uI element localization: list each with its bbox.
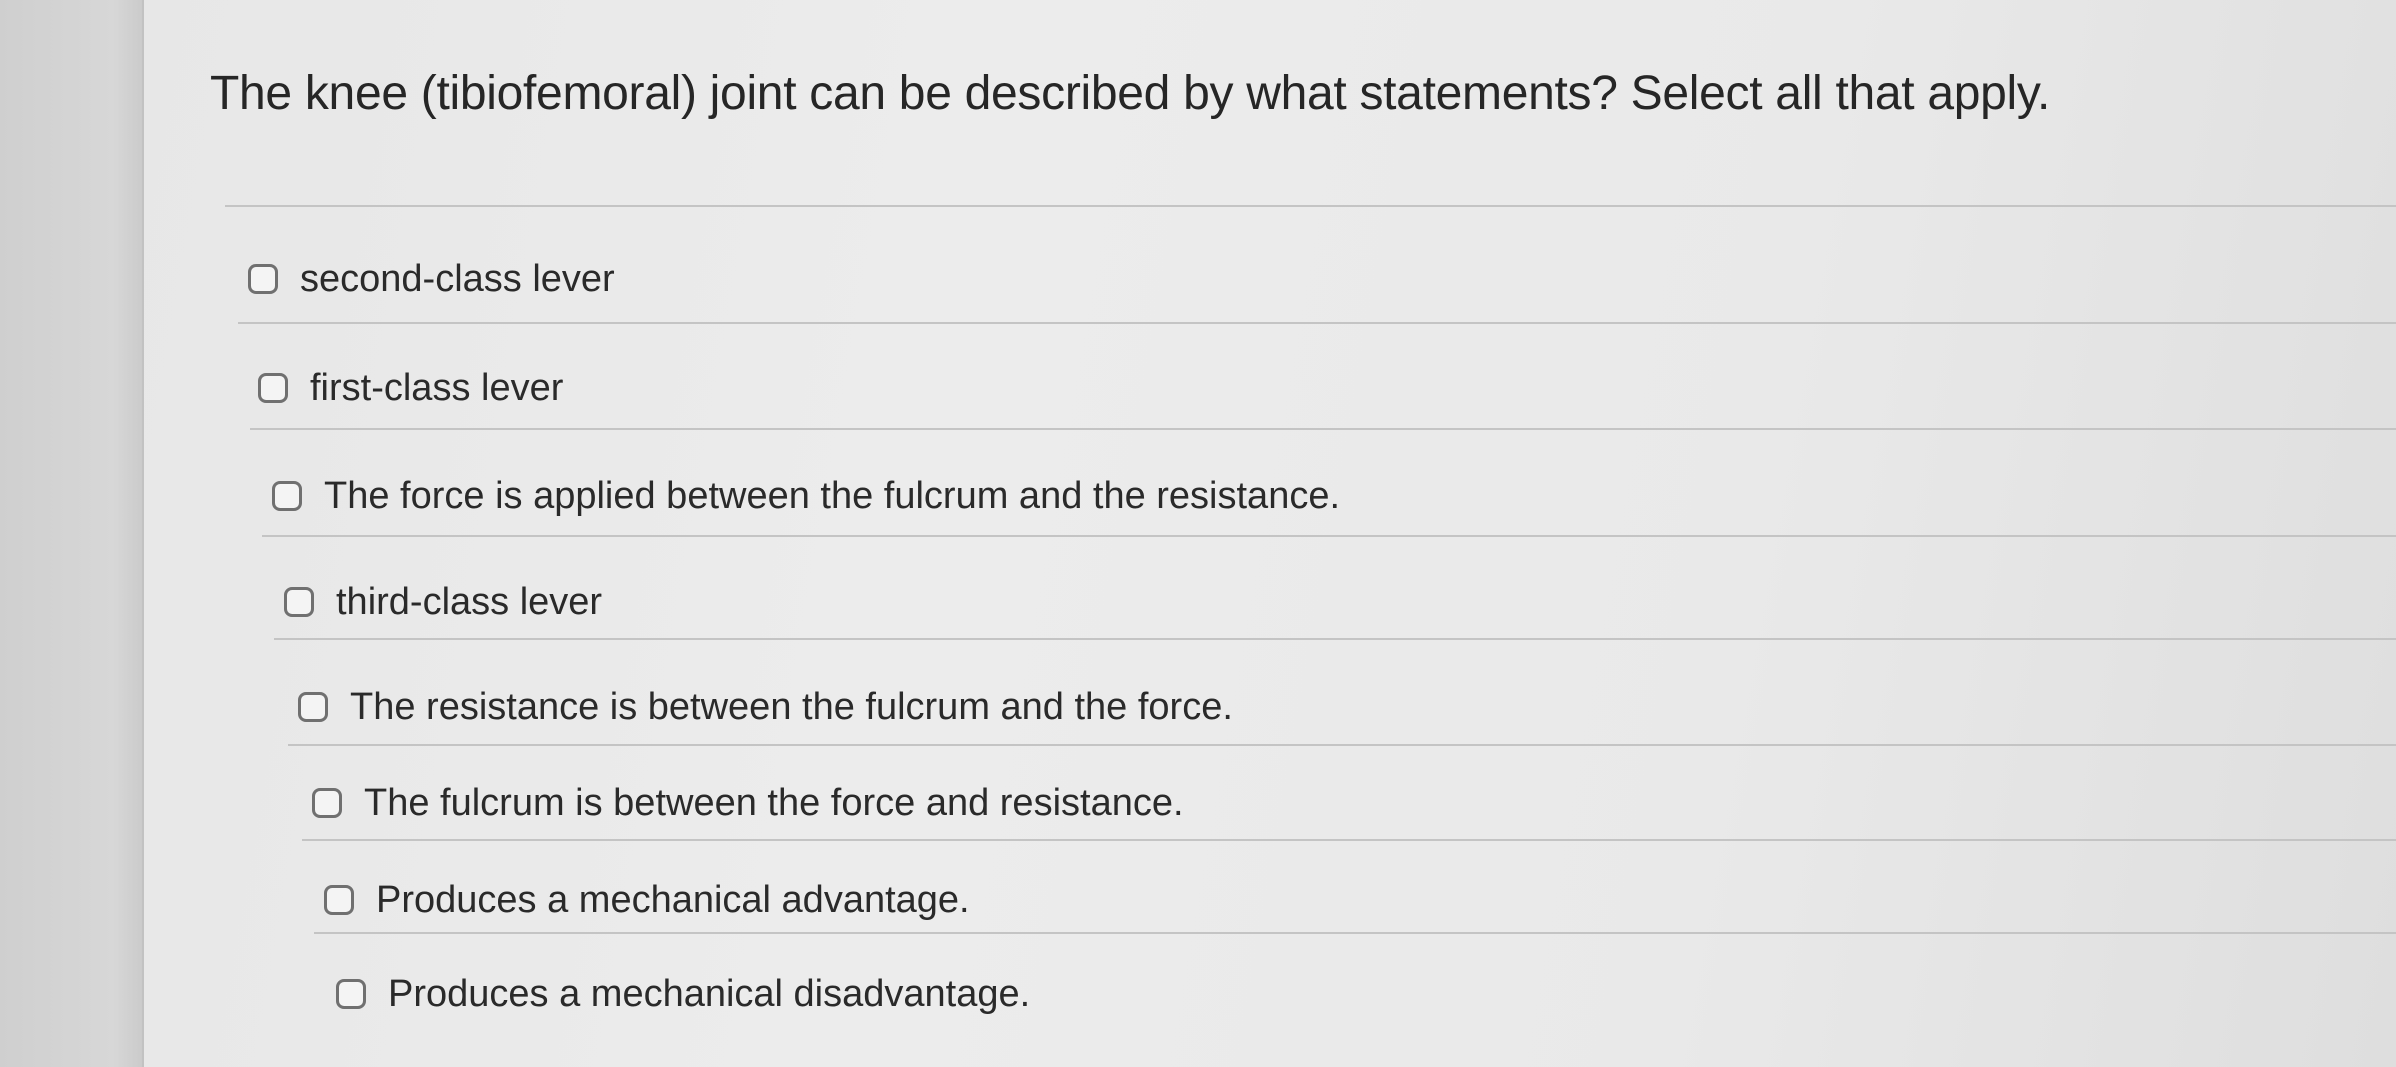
checkbox[interactable]	[272, 481, 302, 511]
option-resistance-between[interactable]: The resistance is between the fulcrum an…	[298, 683, 1233, 731]
checkbox[interactable]	[298, 692, 328, 722]
option-force-between[interactable]: The force is applied between the fulcrum…	[272, 472, 1340, 520]
option-second-class-lever[interactable]: second-class lever	[248, 255, 615, 303]
option-third-class-lever[interactable]: third-class lever	[284, 578, 602, 626]
checkbox[interactable]	[248, 264, 278, 294]
question-text: The knee (tibiofemoral) joint can be des…	[210, 67, 2051, 120]
checkbox[interactable]	[258, 373, 288, 403]
option-divider	[250, 428, 2396, 430]
option-first-class-lever[interactable]: first-class lever	[258, 364, 563, 412]
option-label: The resistance is between the fulcrum an…	[350, 686, 1233, 728]
checkbox[interactable]	[312, 788, 342, 818]
question-divider	[225, 205, 2396, 207]
option-label: The force is applied between the fulcrum…	[324, 475, 1341, 517]
left-margin	[0, 0, 142, 1067]
option-label: third-class lever	[336, 581, 603, 623]
option-divider	[302, 839, 2396, 841]
checkbox[interactable]	[284, 587, 314, 617]
option-label: Produces a mechanical advantage.	[376, 879, 970, 921]
option-label: The fulcrum is between the force and res…	[364, 782, 1184, 824]
option-label: second-class lever	[300, 258, 615, 300]
option-mechanical-advantage[interactable]: Produces a mechanical advantage.	[324, 876, 970, 924]
option-mechanical-disadvantage[interactable]: Produces a mechanical disadvantage.	[336, 970, 1030, 1018]
option-divider	[262, 535, 2396, 537]
option-divider	[274, 638, 2396, 640]
option-label: first-class lever	[310, 367, 564, 409]
checkbox[interactable]	[336, 979, 366, 1009]
option-label: Produces a mechanical disadvantage.	[388, 973, 1031, 1015]
checkbox[interactable]	[324, 885, 354, 915]
option-fulcrum-between[interactable]: The fulcrum is between the force and res…	[312, 779, 1184, 827]
option-divider	[288, 744, 2396, 746]
option-divider	[238, 322, 2396, 324]
option-divider	[314, 932, 2396, 934]
